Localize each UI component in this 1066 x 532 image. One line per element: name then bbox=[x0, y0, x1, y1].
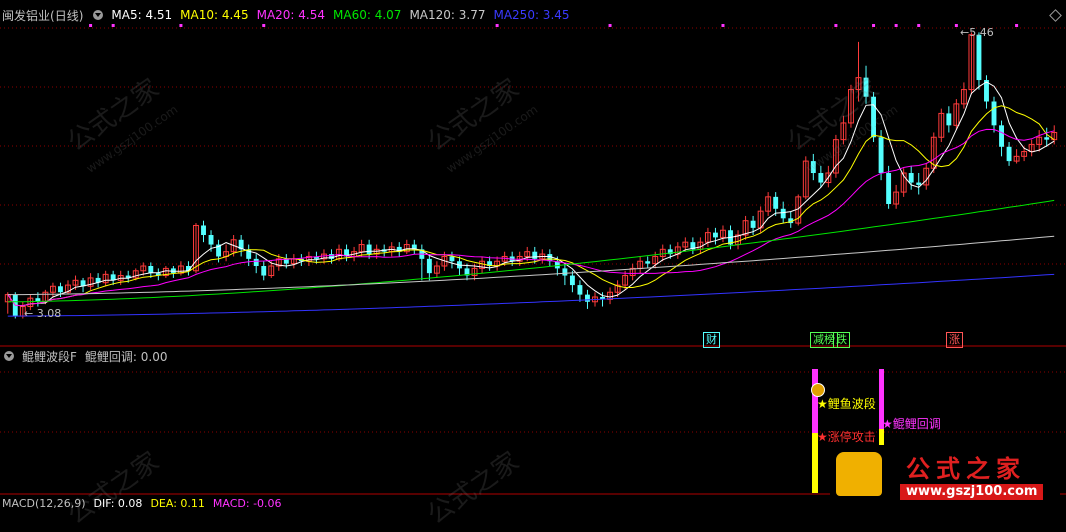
signal-dot bbox=[1015, 24, 1019, 27]
ma250-line bbox=[7, 273, 1055, 317]
candle-body bbox=[713, 232, 718, 238]
signal-dot bbox=[262, 24, 266, 27]
candle-body bbox=[253, 258, 259, 267]
macd-label[interactable]: MACD(12,26,9) bbox=[2, 497, 86, 510]
signal-dot bbox=[954, 24, 958, 27]
ma60-value: MA60: 4.07 bbox=[333, 8, 402, 22]
ma120-value: MA120: 3.77 bbox=[409, 8, 486, 22]
candle-body bbox=[908, 173, 914, 183]
moving-average-lines bbox=[7, 81, 1055, 317]
signal-dot bbox=[872, 24, 876, 27]
stock-name[interactable]: 闽发铝业(日线) bbox=[2, 7, 83, 24]
candle-body bbox=[871, 96, 876, 138]
signal-dot bbox=[111, 24, 115, 27]
candle-body bbox=[1006, 146, 1012, 162]
ma5-value: MA5: 4.51 bbox=[111, 8, 173, 22]
candle-body bbox=[208, 235, 214, 245]
candle-body bbox=[999, 125, 1004, 147]
candle-body bbox=[946, 113, 952, 126]
macd-value: MACD: -0.06 bbox=[212, 496, 282, 510]
candle-body bbox=[750, 220, 756, 228]
ma60-line bbox=[7, 199, 1055, 303]
candle-body bbox=[569, 275, 575, 286]
signal-dot bbox=[608, 24, 612, 27]
candle-body bbox=[991, 101, 997, 126]
candle-body bbox=[562, 268, 568, 276]
high-price-label: ←5.46 bbox=[960, 26, 994, 39]
candle-body bbox=[645, 261, 651, 264]
candle-body bbox=[577, 285, 583, 295]
event-tag-finance[interactable]: 财 bbox=[703, 332, 720, 348]
indicator-legend: 鲲鲤波段F 鲲鲤回调: 0.00 bbox=[2, 347, 167, 365]
indicator-value: 鲲鲤回调: 0.00 bbox=[84, 349, 168, 364]
signal-label-carp-wave: ★鲤鱼波段 bbox=[817, 397, 876, 411]
low-price-label: ← 3.08 bbox=[24, 307, 62, 320]
signal-dot bbox=[495, 24, 499, 27]
signal-label-limit-up: ★涨停攻击 bbox=[817, 430, 876, 444]
ma5-line bbox=[7, 81, 1055, 307]
candle-body bbox=[773, 196, 779, 209]
candle-body bbox=[366, 244, 372, 255]
candle-body bbox=[886, 173, 892, 205]
signal-dot bbox=[721, 24, 725, 27]
ma250-value: MA250: 3.45 bbox=[493, 8, 570, 22]
signal-dot bbox=[917, 24, 921, 27]
logo-emblem-icon bbox=[836, 452, 882, 496]
signal-dot bbox=[89, 24, 93, 27]
indicator-name[interactable]: 鲲鲤波段F bbox=[22, 348, 77, 365]
main-legend: 闽发铝业(日线) MA5: 4.51 MA10: 4.45 MA20: 4.54… bbox=[2, 6, 570, 24]
candle-body bbox=[58, 286, 63, 293]
money-bag-icon bbox=[811, 383, 825, 397]
ma20-value: MA20: 4.54 bbox=[256, 8, 326, 22]
candle-body bbox=[449, 256, 455, 262]
dropdown-icon[interactable] bbox=[93, 10, 104, 20]
macd-dif: DIF: 0.08 bbox=[93, 496, 143, 510]
candle-body bbox=[976, 34, 982, 81]
candle-body bbox=[780, 208, 786, 219]
candle-body bbox=[863, 77, 869, 97]
candle-body bbox=[585, 294, 590, 302]
event-tag-up[interactable]: 涨 bbox=[946, 332, 963, 348]
macd-dea: DEA: 0.11 bbox=[150, 496, 205, 510]
macd-legend: MACD(12,26,9) DIF: 0.08 DEA: 0.11 MACD: … bbox=[2, 494, 282, 512]
candle-body bbox=[878, 137, 884, 174]
signal-label-pullback: ★鲲鲤回调 bbox=[882, 417, 941, 431]
ma120-line bbox=[7, 235, 1055, 296]
signal-dot bbox=[834, 24, 838, 27]
dropdown-icon[interactable] bbox=[4, 351, 14, 361]
candle-body bbox=[426, 258, 432, 274]
signal-dot bbox=[179, 24, 183, 27]
logo-title: 公式之家 bbox=[906, 454, 1026, 483]
candle-body bbox=[1044, 137, 1050, 140]
logo-url: www.gszj100.com bbox=[900, 484, 1044, 500]
candle-body bbox=[818, 173, 824, 183]
signal-dot bbox=[894, 24, 898, 27]
candle-body bbox=[261, 266, 267, 276]
event-tag-down[interactable]: 跌 bbox=[833, 332, 850, 348]
candle-body bbox=[810, 161, 816, 174]
candle-body bbox=[916, 182, 922, 185]
candle-body bbox=[201, 225, 206, 236]
candle-body bbox=[148, 266, 154, 274]
ma10-value: MA10: 4.45 bbox=[180, 8, 249, 22]
candle-body bbox=[532, 251, 538, 259]
signal-dots bbox=[89, 24, 1019, 27]
ma20-line bbox=[7, 128, 1055, 307]
